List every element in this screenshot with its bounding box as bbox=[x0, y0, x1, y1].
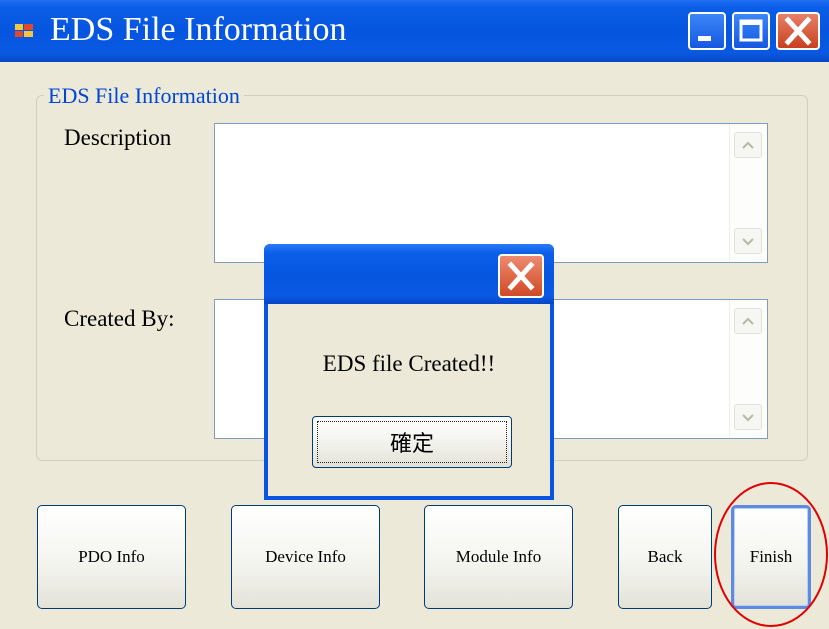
created-by-label: Created By: bbox=[64, 306, 175, 331]
created-by-scrollbar[interactable] bbox=[729, 300, 767, 438]
finish-button[interactable]: Finish bbox=[731, 505, 811, 609]
chevron-down-icon bbox=[742, 414, 754, 422]
module-info-button[interactable]: Module Info bbox=[424, 505, 573, 609]
scroll-up-button[interactable] bbox=[734, 132, 762, 158]
description-label: Description bbox=[64, 125, 172, 150]
dialog-title-bar[interactable] bbox=[264, 244, 554, 304]
scroll-up-button[interactable] bbox=[734, 308, 762, 334]
focus-rectangle bbox=[317, 421, 507, 463]
dialog-message: EDS file Created!! bbox=[322, 351, 496, 376]
ok-button[interactable]: 確定 bbox=[312, 416, 512, 468]
chevron-up-icon bbox=[742, 317, 754, 325]
chevron-up-icon bbox=[742, 141, 754, 149]
close-icon bbox=[784, 16, 812, 46]
window-title: EDS File Information bbox=[50, 11, 347, 48]
description-field[interactable] bbox=[214, 123, 768, 263]
maximize-icon bbox=[739, 19, 763, 42]
device-info-button[interactable]: Device Info bbox=[231, 505, 380, 609]
app-window-icon bbox=[15, 24, 33, 37]
chevron-down-icon bbox=[742, 238, 754, 246]
scroll-down-button[interactable] bbox=[734, 404, 762, 430]
pdo-info-button[interactable]: PDO Info bbox=[37, 505, 186, 609]
minimize-button[interactable] bbox=[688, 12, 726, 50]
close-icon bbox=[507, 261, 535, 291]
scroll-down-button[interactable] bbox=[734, 228, 762, 254]
title-bar[interactable]: EDS File Information bbox=[0, 0, 829, 62]
dialog-close-button[interactable] bbox=[498, 254, 544, 298]
back-button[interactable]: Back bbox=[618, 505, 712, 609]
minimize-icon bbox=[698, 36, 711, 41]
message-dialog: EDS file Created!! 確定 bbox=[264, 244, 554, 500]
description-scrollbar[interactable] bbox=[729, 124, 767, 262]
group-legend: EDS File Information bbox=[44, 83, 244, 109]
maximize-button[interactable] bbox=[732, 12, 770, 50]
dialog-body: EDS file Created!! 確定 bbox=[268, 304, 550, 496]
close-button[interactable] bbox=[776, 12, 820, 50]
